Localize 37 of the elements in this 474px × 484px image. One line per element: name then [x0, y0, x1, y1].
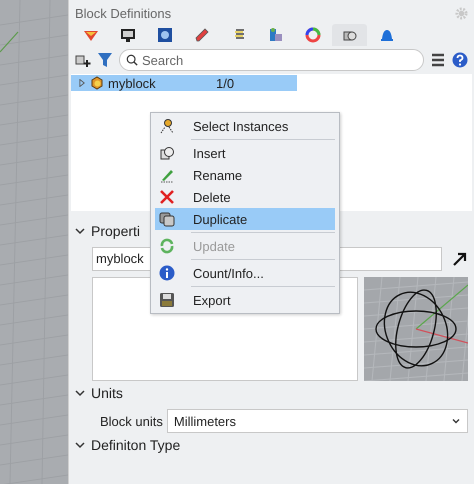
filter-icon[interactable]	[97, 52, 113, 68]
info-icon	[159, 265, 175, 281]
dropdown-icon	[451, 416, 461, 426]
color-wheel-icon	[304, 26, 322, 44]
panel-tab[interactable]	[332, 24, 367, 46]
menu-item[interactable]: Export	[155, 289, 335, 311]
duplicate-icon	[159, 211, 175, 227]
menu-item[interactable]: Duplicate	[155, 208, 335, 230]
delete-icon	[159, 189, 175, 205]
chevron-icon[interactable]	[75, 388, 85, 398]
section-header[interactable]: Properti	[91, 223, 140, 239]
pencil-icon	[192, 26, 210, 44]
select-icon	[159, 118, 175, 134]
save-icon	[159, 292, 175, 308]
monitor-icon	[118, 26, 136, 44]
expand-arrow-icon[interactable]	[79, 79, 86, 87]
section-header[interactable]: Units	[91, 385, 123, 401]
menu-item[interactable]: Delete	[155, 186, 335, 208]
pencil-icon	[159, 167, 175, 183]
chevron-icon[interactable]	[75, 226, 85, 236]
menu-item[interactable]: Rename	[155, 164, 335, 186]
tree-item[interactable]: myblock 1/0	[71, 75, 297, 91]
chevron-icon[interactable]	[75, 440, 85, 450]
arrow-icon[interactable]	[452, 251, 468, 267]
insert-icon	[159, 145, 175, 161]
menu-item[interactable]: Insert	[155, 142, 335, 164]
panel-title: Block Definitions	[75, 6, 172, 20]
refresh-icon	[159, 238, 175, 254]
search-field[interactable]: Search	[119, 49, 424, 71]
search-icon	[126, 54, 138, 66]
menu-icon[interactable]	[430, 52, 446, 68]
menu-item[interactable]: Select Instances	[155, 115, 335, 137]
block-icon	[90, 76, 104, 90]
menu-item[interactable]: Count/Info...	[155, 262, 335, 284]
field-label: Block units	[100, 414, 163, 428]
section-header[interactable]: Definiton Type	[91, 437, 180, 453]
units-dropdown[interactable]: Millimeters	[166, 409, 468, 433]
